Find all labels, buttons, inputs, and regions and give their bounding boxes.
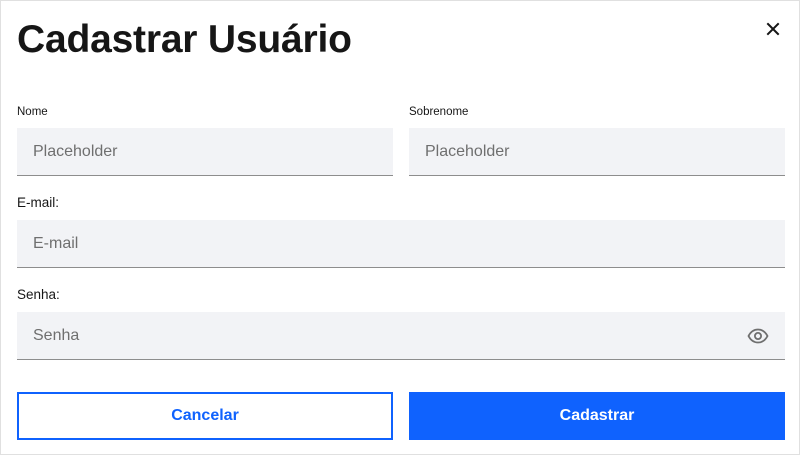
email-label: E-mail: <box>17 195 60 210</box>
password-field <box>17 312 785 360</box>
cancel-button[interactable]: Cancelar <box>17 392 393 440</box>
submit-button[interactable]: Cadastrar <box>409 392 785 440</box>
eye-icon <box>747 328 769 344</box>
password-visibility-toggle[interactable] <box>747 325 769 347</box>
password-label: Senha: <box>17 287 60 302</box>
first-name-label: Nome <box>17 106 48 118</box>
dialog-title: Cadastrar Usuário <box>17 18 352 61</box>
cancel-button-label: Cancelar <box>171 407 239 424</box>
last-name-input[interactable] <box>409 128 785 175</box>
close-button[interactable] <box>757 13 789 45</box>
email-input[interactable] <box>17 220 785 267</box>
last-name-label: Sobrenome <box>409 106 469 118</box>
first-name-input[interactable] <box>17 128 393 175</box>
email-field <box>17 220 785 268</box>
register-user-dialog: Cadastrar Usuário Nome Sobrenome E-mail:… <box>0 0 800 455</box>
submit-button-label: Cadastrar <box>559 407 635 424</box>
last-name-field <box>409 128 785 176</box>
password-input[interactable] <box>17 312 785 359</box>
close-icon <box>766 22 780 36</box>
first-name-field <box>17 128 393 176</box>
